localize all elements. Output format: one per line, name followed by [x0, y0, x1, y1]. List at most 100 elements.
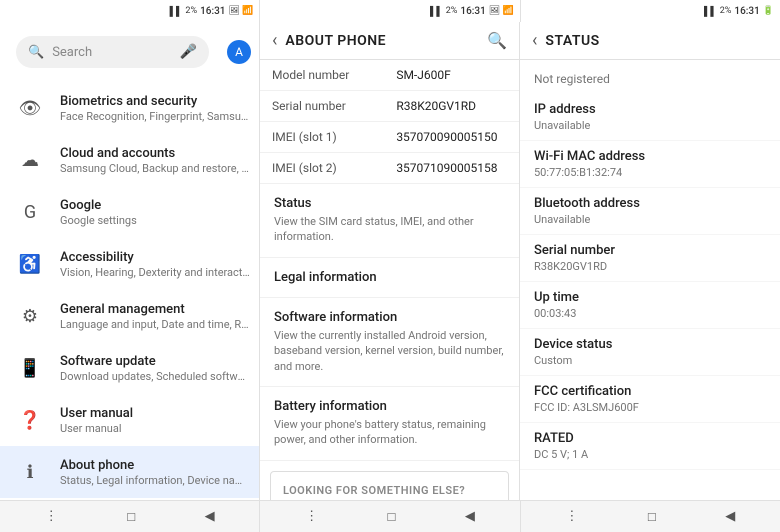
status-entry: Up time 00:03:43 [520, 282, 780, 329]
item-icon-user-manual: ❓ [14, 404, 46, 436]
status-entry: Serial number R38K20GV1RD [520, 235, 780, 282]
item-title-cloud: Cloud and accounts [60, 146, 250, 161]
section-title-legal: Legal information [274, 270, 505, 285]
bottom-bars: ⋮ □ ◀ ⋮ □ ◀ ⋮ □ ◀ [0, 500, 780, 532]
time-1: 16:31 [200, 6, 225, 17]
info-label: IMEI (slot 2) [260, 153, 384, 184]
middle-panel-title: ABOUT PHONE [285, 33, 479, 49]
nav-menu-2[interactable]: ⋮ [305, 509, 318, 524]
profile-icon[interactable]: A [227, 40, 251, 64]
status-bar-3: ▌▌ 2% 16:31 🔋 [521, 0, 780, 22]
section-title-status: Status [274, 196, 505, 211]
icons-1: 🖼 📶 [228, 6, 253, 16]
info-label: Model number [260, 60, 384, 91]
bottom-bar-1: ⋮ □ ◀ [0, 501, 260, 532]
time-3: 16:31 [734, 6, 759, 17]
item-title-google: Google [60, 198, 245, 213]
status-entry: FCC certification FCC ID: A3LSMJ600F [520, 376, 780, 423]
settings-list: 👁 Biometrics and security Face Recogniti… [0, 82, 259, 500]
search-icon-btn[interactable]: 🔍 [487, 31, 507, 50]
time-2: 16:31 [460, 6, 485, 17]
right-back-icon[interactable]: ‹ [532, 30, 537, 51]
sidebar-item-about-phone[interactable]: ℹ About phone Status, Legal information,… [0, 446, 259, 498]
bottom-bar-2: ⋮ □ ◀ [260, 501, 520, 532]
section-item-battery-info[interactable]: Battery information View your phone's ba… [260, 387, 519, 461]
status-bar-2: ▌▌ 2% 16:31 🖼 📶 [260, 0, 520, 22]
nav-menu-1[interactable]: ⋮ [45, 509, 58, 524]
status-entry: RATED DC 5 V; 1 A [520, 423, 780, 470]
sidebar-item-general[interactable]: ⚙ General management Language and input,… [0, 290, 259, 342]
status-value: Unavailable [534, 213, 766, 226]
info-label: IMEI (slot 1) [260, 122, 384, 153]
status-label: IP address [534, 102, 766, 117]
status-value: FCC ID: A3LSMJ600F [534, 401, 766, 414]
sidebar-item-cloud[interactable]: ☁ Cloud and accounts Samsung Cloud, Back… [0, 134, 259, 186]
item-subtitle-cloud: Samsung Cloud, Backup and restore, Smart… [60, 162, 250, 175]
status-label: Serial number [534, 243, 766, 258]
sidebar-item-accessibility[interactable]: ♿ Accessibility Vision, Hearing, Dexteri… [0, 238, 259, 290]
status-label: FCC certification [534, 384, 766, 399]
table-row: Serial number R38K20GV1RD [260, 91, 519, 122]
signal-3: ▌▌ [704, 6, 717, 17]
right-panel-title: STATUS [545, 33, 768, 49]
signal-1: ▌▌ [170, 6, 183, 17]
battery-2: 2% [446, 6, 458, 16]
middle-header: ‹ ABOUT PHONE 🔍 [260, 22, 519, 60]
item-icon-biometrics: 👁 [14, 92, 46, 124]
section-item-legal[interactable]: Legal information [260, 258, 519, 298]
search-placeholder: Search [52, 45, 171, 60]
main-content: 🔍 Search 🎤 A 👁 Biometrics and security F… [0, 22, 780, 500]
nav-square-1[interactable]: □ [127, 509, 135, 525]
item-subtitle-general: Language and input, Date and time, Reset [60, 318, 250, 331]
search-bar[interactable]: 🔍 Search 🎤 [16, 36, 209, 68]
item-title-about-phone: About phone [60, 458, 250, 473]
status-label: Up time [534, 290, 766, 305]
info-table: Model number SM-J600F Serial number R38K… [260, 60, 519, 184]
item-icon-google: G [14, 196, 46, 228]
info-value: SM-J600F [384, 60, 519, 91]
item-icon-accessibility: ♿ [14, 248, 46, 280]
right-content: Not registered IP address Unavailable Wi… [520, 60, 780, 500]
section-subtitle-software-info: View the currently installed Android ver… [274, 328, 505, 374]
nav-back-3[interactable]: ◀ [725, 509, 735, 524]
section-subtitle-battery-info: View your phone's battery status, remain… [274, 417, 505, 448]
right-header: ‹ STATUS [520, 22, 780, 60]
item-subtitle-about-phone: Status, Legal information, Device name [60, 474, 250, 487]
status-bars: ▌▌ 2% 16:31 🖼 📶 ▌▌ 2% 16:31 🖼 📶 ▌▌ 2% 16… [0, 0, 780, 22]
nav-square-3[interactable]: □ [648, 509, 656, 525]
status-value: 50:77:05:B1:32:74 [534, 166, 766, 179]
section-item-status[interactable]: Status View the SIM card status, IMEI, a… [260, 184, 519, 258]
status-value: R38K20GV1RD [534, 260, 766, 273]
status-entry: Device status Custom [520, 329, 780, 376]
table-row: IMEI (slot 1) 357070090005150 [260, 122, 519, 153]
item-subtitle-software-update: Download updates, Scheduled software up.… [60, 370, 250, 383]
info-value: R38K20GV1RD [384, 91, 519, 122]
nav-square-2[interactable]: □ [388, 509, 396, 525]
nav-menu-3[interactable]: ⋮ [565, 509, 578, 524]
item-subtitle-accessibility: Vision, Hearing, Dexterity and interacti… [60, 266, 250, 279]
table-row: IMEI (slot 2) 357071090005158 [260, 153, 519, 184]
section-title-battery-info: Battery information [274, 399, 505, 414]
battery-1: 2% [185, 6, 197, 16]
status-label: Wi-Fi MAC address [534, 149, 766, 164]
item-title-general: General management [60, 302, 250, 317]
icons-2: 🖼 📶 [489, 6, 514, 16]
section-item-software-info[interactable]: Software information View the currently … [260, 298, 519, 387]
status-bar-1: ▌▌ 2% 16:31 🖼 📶 [0, 0, 260, 22]
nav-back-1[interactable]: ◀ [205, 509, 215, 524]
search-icon: 🔍 [28, 45, 44, 60]
sidebar-item-user-manual[interactable]: ❓ User manual User manual [0, 394, 259, 446]
item-subtitle-google: Google settings [60, 214, 245, 227]
mic-icon[interactable]: 🎤 [180, 44, 197, 60]
table-row: Model number SM-J600F [260, 60, 519, 91]
sidebar-item-google[interactable]: G Google Google settings [0, 186, 259, 238]
sidebar-item-software-update[interactable]: 📱 Software update Download updates, Sche… [0, 342, 259, 394]
back-icon[interactable]: ‹ [272, 30, 277, 51]
nav-back-2[interactable]: ◀ [465, 509, 475, 524]
signal-2: ▌▌ [430, 6, 443, 17]
item-title-user-manual: User manual [60, 406, 245, 421]
right-panel: ‹ STATUS Not registered IP address Unava… [520, 22, 780, 500]
left-panel: 🔍 Search 🎤 A 👁 Biometrics and security F… [0, 22, 260, 500]
status-entry: IP address Unavailable [520, 94, 780, 141]
sidebar-item-biometrics[interactable]: 👁 Biometrics and security Face Recogniti… [0, 82, 259, 134]
